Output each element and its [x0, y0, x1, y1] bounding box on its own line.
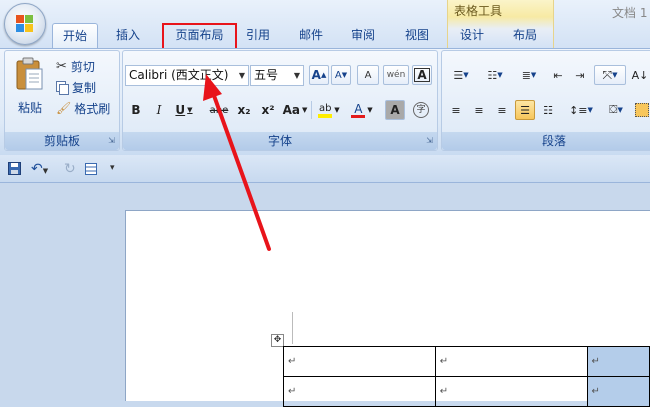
annotation-arrow-icon [203, 74, 271, 251]
